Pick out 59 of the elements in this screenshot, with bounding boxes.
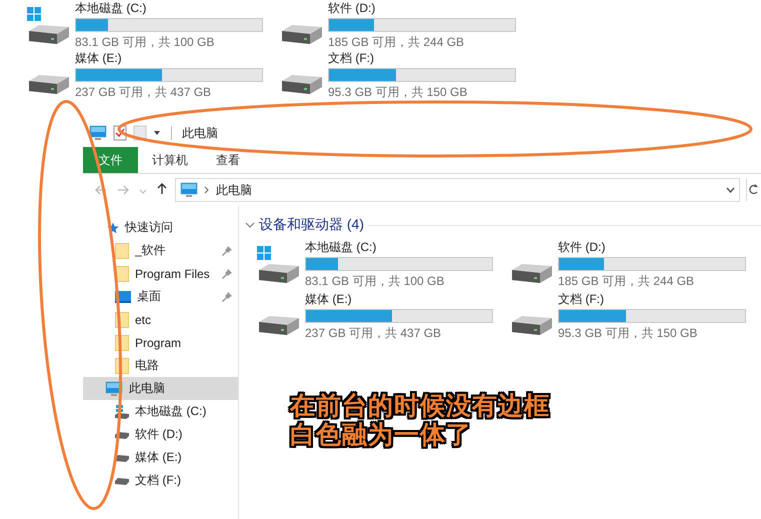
nav-item[interactable]: etc <box>83 308 238 331</box>
windows-logo-icon <box>27 7 41 21</box>
drive-icon <box>115 476 129 484</box>
hard-drive-icon <box>27 23 71 45</box>
ribbon-tab[interactable]: 计算机 <box>138 147 202 173</box>
nav-item[interactable]: 媒体 (E:) <box>83 446 238 469</box>
nav-item[interactable]: _软件 <box>83 239 238 262</box>
free-space-text: 83.1 GB 可用，共 100 GB <box>75 35 216 49</box>
nav-item[interactable]: 此电脑 <box>83 377 238 400</box>
address-path: 此电脑 <box>216 182 253 198</box>
ribbon-tab[interactable]: 查看 <box>202 147 254 173</box>
dropdown-caret-icon[interactable] <box>726 187 735 193</box>
hard-drive-icon <box>510 314 554 336</box>
annotation-caption: 在前台的时候没有边框 白色融为一体了 <box>290 392 550 450</box>
drive-name: 本地磁盘 (C:) <box>305 240 378 254</box>
drive-name: 软件 (D:) <box>558 240 606 254</box>
refresh-icon[interactable] <box>746 179 761 201</box>
hard-drive-icon <box>510 262 554 284</box>
window-title: 此电脑 <box>182 124 218 142</box>
free-space-text: 185 GB 可用，共 244 GB <box>328 35 466 49</box>
windows-logo-icon <box>257 246 271 260</box>
drive-name: 文档 (F:) <box>328 51 375 65</box>
nav-item[interactable]: 文档 (F:) <box>83 469 238 492</box>
free-space-text: 95.3 GB 可用，共 150 GB <box>328 85 468 99</box>
nav-item[interactable]: 电路 <box>83 354 238 377</box>
nav-item[interactable]: 本地磁盘 (C:) <box>83 400 238 423</box>
nav-item[interactable]: 快速访问 <box>83 216 238 239</box>
hard-drive-icon <box>280 73 324 95</box>
nav-item[interactable]: Program Files <box>83 262 238 285</box>
drive-icon <box>115 454 129 462</box>
folder-icon <box>115 242 129 258</box>
free-space-text: 185 GB 可用，共 244 GB <box>558 274 696 288</box>
free-space-text: 83.1 GB 可用，共 100 GB <box>305 274 446 288</box>
drive-name: 媒体 (E:) <box>75 51 123 65</box>
hard-drive-icon <box>27 73 71 95</box>
group-header[interactable]: 设备和驱动器 (4) <box>245 216 364 234</box>
free-space-text: 237 GB 可用，共 437 GB <box>75 85 212 99</box>
hard-drive-icon <box>257 262 301 284</box>
nav-item[interactable]: 桌面 <box>83 285 238 308</box>
computer-icon <box>180 182 198 198</box>
drive-name: 文档 (F:) <box>558 292 605 306</box>
hard-drive-icon <box>280 23 324 45</box>
hard-drive-icon <box>257 314 301 336</box>
drive-icon <box>115 430 129 438</box>
drive-name: 媒体 (E:) <box>305 292 353 306</box>
chevron-icon <box>204 186 210 194</box>
drive-name: 本地磁盘 (C:) <box>75 1 148 15</box>
computer-icon <box>89 125 107 141</box>
drive-icon <box>115 404 129 418</box>
chevron-down-icon <box>245 221 255 229</box>
address-bar[interactable]: 此电脑 <box>175 178 740 202</box>
ribbon-tab[interactable]: 文件 <box>83 147 138 173</box>
star-icon <box>107 222 119 234</box>
nav-item[interactable]: Program <box>83 331 238 354</box>
free-space-text: 95.3 GB 可用，共 150 GB <box>558 326 698 340</box>
dropdown-caret-icon[interactable] <box>153 130 161 136</box>
drive-name: 软件 (D:) <box>328 1 376 15</box>
nav-item[interactable]: 软件 (D:) <box>83 423 238 446</box>
free-space-text: 237 GB 可用，共 437 GB <box>305 326 442 340</box>
